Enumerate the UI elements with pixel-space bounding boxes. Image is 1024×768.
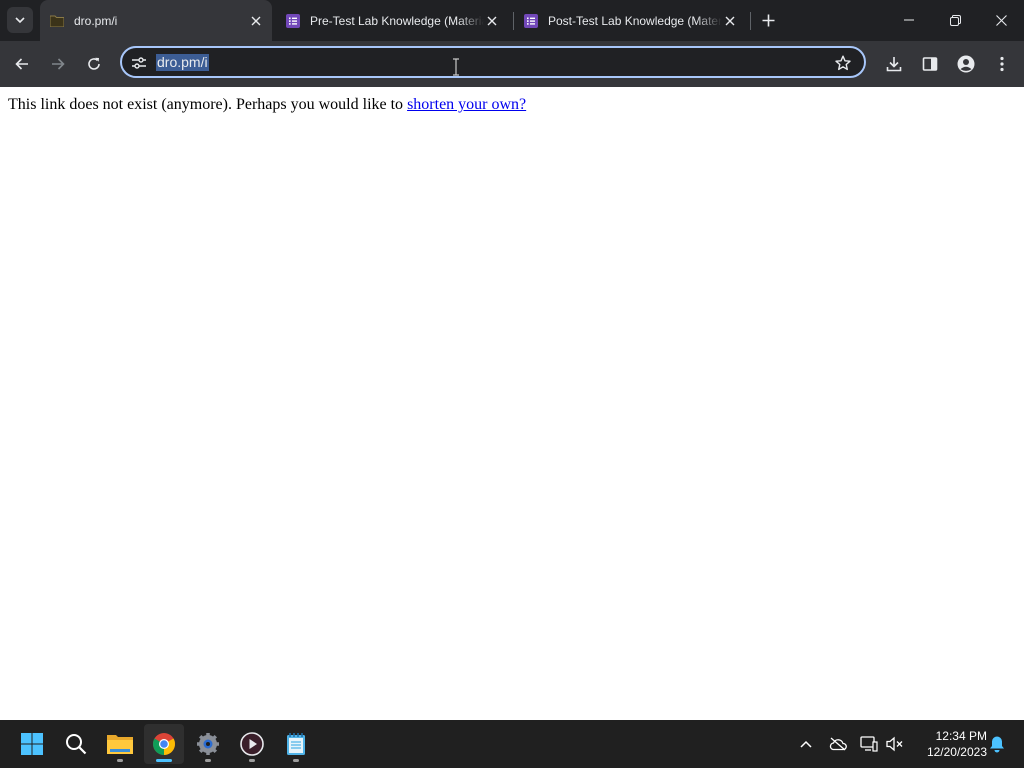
onedrive-tray[interactable] [826, 732, 850, 756]
close-tab-icon[interactable] [484, 13, 500, 29]
tab-title: Pre-Test Lab Knowledge (Materials) [310, 13, 484, 28]
taskbar-clock[interactable]: 12:34 PM 12/20/2023 [915, 728, 987, 760]
tab-pre-test[interactable]: Pre-Test Lab Knowledge (Materials) [276, 0, 508, 41]
reload-button[interactable] [79, 49, 109, 79]
taskbar-search-button[interactable] [56, 724, 96, 764]
running-indicator [117, 759, 123, 762]
minimize-button[interactable] [886, 0, 932, 40]
running-indicator [293, 759, 299, 762]
tab-strip: dro.pm/i Pre-Test Lab Knowledge (Materia… [0, 0, 1024, 41]
close-tab-icon[interactable] [722, 13, 738, 29]
download-icon [886, 57, 902, 72]
restore-button[interactable] [932, 0, 978, 40]
back-button[interactable] [7, 49, 37, 79]
taskbar-chrome[interactable] [144, 724, 184, 764]
profile-button[interactable] [951, 49, 981, 79]
tab-title: Post-Test Lab Knowledge (Materials) [548, 13, 722, 28]
minimize-icon [904, 19, 914, 21]
forward-button[interactable] [43, 49, 73, 79]
volume-tray[interactable] [883, 732, 907, 756]
address-bar[interactable]: dro.pm/i [120, 46, 866, 78]
close-icon [995, 14, 1007, 26]
running-indicator [249, 759, 255, 762]
taskbar-media-player[interactable] [232, 724, 272, 764]
restore-icon [949, 14, 961, 26]
kebab-menu-icon [1000, 56, 1004, 72]
forms-favicon-icon [286, 13, 300, 28]
clock-date: 12/20/2023 [926, 745, 987, 759]
settings-icon [197, 733, 219, 755]
tab-title: dro.pm/i [74, 13, 118, 28]
downloads-button[interactable] [879, 49, 909, 79]
not-found-message: This link does not exist (anymore). Perh… [8, 96, 526, 114]
tab-separator [750, 12, 751, 30]
cloud-offline-icon [829, 737, 847, 751]
taskbar-file-explorer[interactable] [100, 724, 140, 764]
forms-favicon-icon [524, 13, 538, 28]
address-bar-url[interactable]: dro.pm/i [156, 54, 209, 71]
show-hidden-icons-button[interactable] [794, 732, 818, 756]
tab-post-test[interactable]: Post-Test Lab Knowledge (Materials) [514, 0, 746, 41]
taskbar-notepad[interactable] [276, 724, 316, 764]
start-button[interactable] [12, 724, 52, 764]
side-panel-icon [922, 57, 938, 71]
arrow-left-icon [15, 58, 28, 70]
browser-toolbar: dro.pm/i [0, 41, 1024, 87]
close-tab-icon[interactable] [248, 13, 264, 29]
close-window-button[interactable] [978, 0, 1024, 40]
notepad-icon [287, 733, 305, 755]
taskbar: 12:34 PM 12/20/2023 [0, 720, 1024, 768]
media-player-icon [240, 732, 264, 756]
tab-dro-pm[interactable]: dro.pm/i [40, 0, 272, 41]
folder-favicon-icon [50, 14, 64, 28]
taskbar-settings[interactable] [188, 724, 228, 764]
chevron-up-icon [800, 740, 812, 748]
clock-time: 12:34 PM [935, 729, 987, 743]
notifications-tray[interactable] [985, 732, 1009, 756]
file-explorer-icon [107, 735, 133, 754]
arrow-right-icon [52, 58, 65, 70]
message-text: This link does not exist (anymore). Perh… [8, 96, 408, 113]
bookmark-star-icon[interactable] [834, 54, 852, 72]
chevron-down-icon [15, 17, 25, 24]
network-icon [860, 736, 878, 752]
text-cursor-icon [453, 58, 459, 76]
shorten-link[interactable]: shorten your own? [407, 96, 526, 113]
page-content: This link does not exist (anymore). Perh… [0, 87, 1024, 720]
side-panel-button[interactable] [915, 49, 945, 79]
reload-icon [88, 57, 100, 70]
volume-muted-icon [886, 736, 903, 752]
search-icon [66, 734, 87, 755]
active-indicator [156, 759, 172, 762]
bell-icon [990, 736, 1004, 753]
chrome-icon [153, 733, 175, 755]
running-indicator [205, 759, 211, 762]
windows-start-icon [21, 733, 43, 755]
tab-search-button[interactable] [7, 7, 33, 33]
plus-icon [762, 14, 774, 26]
network-tray[interactable] [857, 732, 881, 756]
new-tab-button[interactable] [757, 9, 779, 31]
menu-button[interactable] [987, 49, 1017, 79]
profile-icon [957, 55, 975, 73]
site-info-icon[interactable] [130, 54, 148, 72]
